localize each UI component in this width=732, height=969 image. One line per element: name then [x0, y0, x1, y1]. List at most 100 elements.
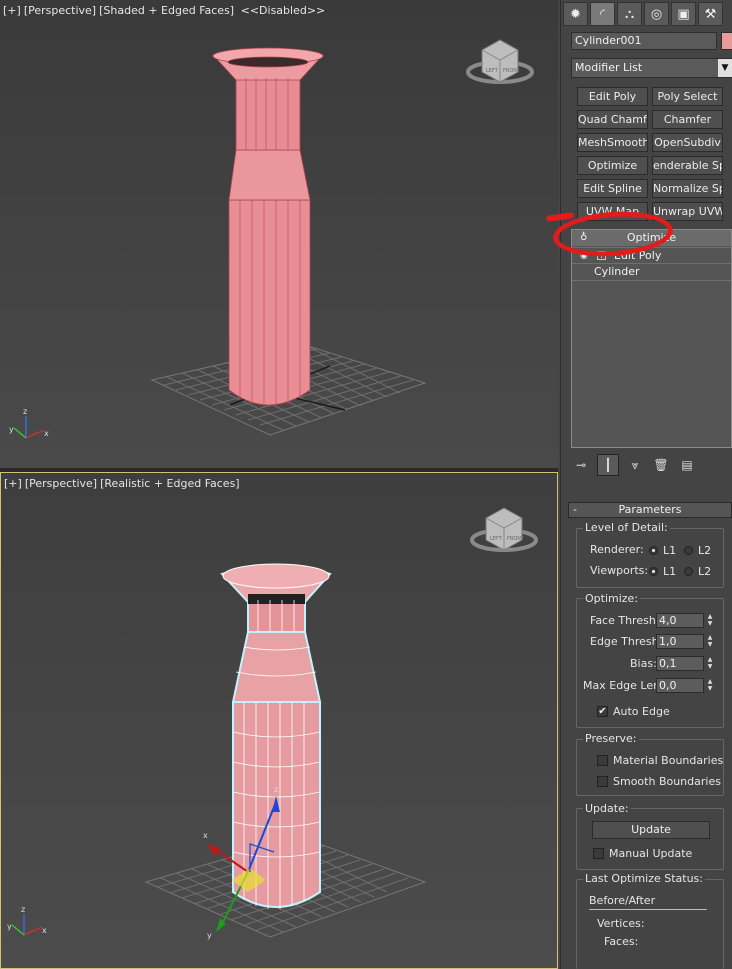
modifier-button-optimize[interactable]: Optimize [577, 156, 648, 175]
pin-stack-icon[interactable]: ⊸ [571, 455, 591, 475]
max-edge-len-input[interactable]: 0,0 [656, 678, 704, 693]
collapse-icon[interactable]: - [573, 503, 577, 517]
gizmo-x-label: x [203, 831, 208, 840]
material-boundaries-checkbox[interactable] [597, 755, 608, 766]
face-thresh-spinner[interactable]: 4,0 ▲ ▼ [656, 613, 716, 628]
viewcube-front-face: FRONT [507, 536, 525, 542]
bias-input[interactable]: 0,1 [656, 656, 704, 671]
edge-thresh-input[interactable]: 1,0 [656, 634, 704, 649]
gizmo-z-label: z [274, 785, 278, 794]
status-title: Last Optimize Status: [583, 872, 705, 885]
viewports-l1-radio[interactable] [649, 567, 658, 576]
viewport-top[interactable]: [+] [Perspective] [Shaded + Edged Faces] <… [0, 0, 558, 468]
axis-z-label: z [21, 905, 25, 914]
bottle-mesh [212, 47, 324, 407]
object-name-field[interactable]: Cylinder001 [571, 32, 717, 50]
modifier-list-dropdown[interactable]: Modifier List ▼ [571, 58, 732, 78]
renderer-l2-radio[interactable] [684, 546, 693, 555]
viewport-top-scene: LEFT FRONT z y x [9, 39, 534, 439]
vertices-label: Vertices: [597, 917, 645, 930]
bias-spinner[interactable]: 0,1 ▲ ▼ [656, 656, 716, 671]
spinner-arrows-icon[interactable]: ▲ ▼ [705, 613, 715, 628]
modifier-button-edit-poly[interactable]: Edit Poly [577, 87, 648, 106]
modifier-button-chamfer[interactable]: Chamfer [652, 110, 723, 129]
divider [589, 909, 707, 910]
modifier-button-poly-select[interactable]: Poly Select [652, 87, 723, 106]
group-level-of-detail [576, 528, 724, 588]
spinner-arrows-icon[interactable]: ▲ ▼ [705, 634, 715, 649]
modifier-button-meshsmooth[interactable]: MeshSmooth [577, 133, 648, 152]
configure-modifier-sets-icon[interactable]: ▤ [677, 455, 697, 475]
edge-thresh-spinner[interactable]: 1,0 ▲ ▼ [656, 634, 716, 649]
modifier-button-quad-chamfer[interactable]: Quad Chamfer [577, 110, 648, 129]
motion-icon[interactable]: ◎ [644, 2, 669, 26]
auto-edge-label: Auto Edge [613, 705, 670, 718]
material-boundaries-label: Material Boundaries [613, 754, 724, 767]
viewport-bottom-scene: z x y LEFT FRONT z y x [7, 507, 538, 940]
modifier-button-normalize-spline[interactable]: Normalize Spl. [652, 179, 723, 198]
max-edge-len-label: Max Edge Len: [583, 679, 664, 692]
axis-y-label: y [9, 425, 14, 434]
lod-title: Level of Detail: [583, 521, 670, 534]
update-button[interactable]: Update [592, 821, 710, 839]
modifier-button-renderable-spline[interactable]: enderable Splin [652, 156, 723, 175]
modify-icon[interactable]: ◜ [590, 2, 615, 26]
renderer-l1-label: L1 [663, 544, 677, 557]
viewports-l2-radio[interactable] [684, 567, 693, 576]
stack-toolbar: ⊸ ┃ ⩔ 🗑 ▤ [561, 452, 732, 478]
renderer-l2-label: L2 [698, 544, 712, 557]
parameters-rollout-header[interactable]: - Parameters [568, 502, 732, 518]
parameters-title: Parameters [618, 503, 682, 516]
viewcube[interactable] [470, 507, 538, 552]
auto-edge-checkbox[interactable]: ✔ [597, 706, 608, 717]
before-after-label: Before/After [589, 894, 656, 907]
modifier-list-label: Modifier List [575, 61, 643, 74]
modifier-stack[interactable]: ♁ Optimize ◉ + Edit Poly Cylinder [571, 229, 732, 448]
renderer-label: Renderer: [590, 543, 644, 556]
group-update [576, 808, 724, 870]
viewport-bottom[interactable]: [+] [Perspective] [Realistic + Edged Faces… [0, 472, 558, 969]
spinner-arrows-icon[interactable]: ▲ ▼ [705, 678, 715, 693]
viewcube-left-face: LEFT [486, 68, 499, 74]
display-icon[interactable]: ▣ [671, 2, 696, 26]
smooth-boundaries-checkbox[interactable] [597, 776, 608, 787]
gizmo-y-label: y [207, 931, 212, 940]
spinner-arrows-icon[interactable]: ▲ ▼ [705, 656, 715, 671]
object-color-swatch[interactable] [721, 32, 732, 50]
axis-x-label: x [42, 926, 47, 935]
modifier-button-opensubdiv[interactable]: OpenSubdiv [652, 133, 723, 152]
axis-tripod [13, 416, 45, 439]
viewports-l2-label: L2 [698, 565, 712, 578]
modifier-button-edit-spline[interactable]: Edit Spline [577, 179, 648, 198]
edge-thresh-label: Edge Thresh: [590, 635, 663, 648]
make-unique-icon[interactable]: ⩔ [625, 455, 645, 475]
viewports-l1-label: L1 [663, 565, 677, 578]
smooth-boundaries-label: Smooth Boundaries [613, 775, 721, 788]
utilities-icon[interactable]: ⚒ [698, 2, 723, 26]
viewcube[interactable] [466, 39, 534, 84]
stack-item-cylinder[interactable]: Cylinder [572, 263, 731, 281]
remove-modifier-icon[interactable]: 🗑 [651, 455, 671, 475]
update-title: Update: [583, 802, 631, 815]
manual-update-label: Manual Update [609, 847, 693, 860]
chevron-down-icon[interactable]: ▼ [718, 59, 732, 77]
axis-x-label: x [44, 429, 49, 438]
max-edge-len-spinner[interactable]: 0,0 ▲ ▼ [656, 678, 716, 693]
axis-tripod [11, 914, 43, 936]
preserve-title: Preserve: [583, 732, 639, 745]
axis-z-label: z [23, 407, 27, 416]
optimize-title: Optimize: [583, 592, 641, 605]
show-end-result-icon[interactable]: ┃ [597, 454, 619, 476]
create-icon[interactable]: ✹ [563, 2, 588, 26]
command-panel-tabs: ✹ ◜ ⛬ ◎ ▣ ⚒ [561, 0, 732, 28]
faces-label: Faces: [604, 935, 639, 948]
axis-y-label: y [7, 922, 12, 931]
viewcube-left-face: LEFT [490, 536, 503, 542]
face-thresh-input[interactable]: 4,0 [656, 613, 704, 628]
viewcube-front-face: FRONT [503, 68, 521, 74]
viewports-label: Viewports: [590, 564, 649, 577]
hierarchy-icon[interactable]: ⛬ [617, 2, 642, 26]
face-thresh-label: Face Thresh: [590, 614, 660, 627]
manual-update-checkbox[interactable] [593, 848, 604, 859]
renderer-l1-radio[interactable] [649, 546, 658, 555]
